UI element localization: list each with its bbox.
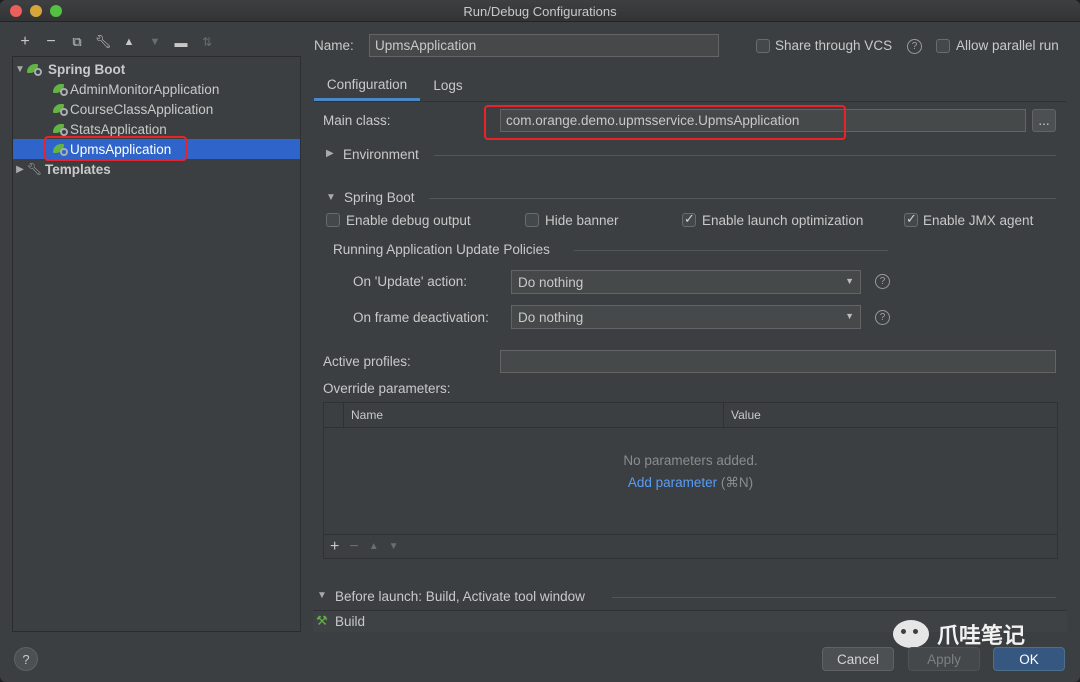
tab-configuration[interactable]: Configuration — [314, 70, 420, 101]
enable-debug-label: Enable debug output — [346, 213, 471, 228]
add-parameter-shortcut: (⌘N) — [720, 475, 754, 490]
enable-jmx-label: Enable JMX agent — [923, 213, 1034, 228]
tree-item-label: AdminMonitorApplication — [70, 81, 220, 97]
column-value-header[interactable]: Value — [731, 408, 761, 422]
browse-button[interactable]: ... — [1032, 109, 1056, 132]
tab-logs[interactable]: Logs — [424, 70, 472, 101]
frame-deactivation-label: On frame deactivation: — [353, 310, 489, 325]
tree-item-course-class[interactable]: CourseClassApplication — [13, 99, 300, 119]
tree-item-admin-monitor[interactable]: AdminMonitorApplication — [13, 79, 300, 99]
table-toolbar: + − ▲ ▼ — [324, 534, 1057, 558]
enable-jmx-checkbox[interactable] — [904, 211, 918, 227]
copy-icon[interactable]: ⧉ — [64, 30, 90, 54]
collapse-arrow-icon[interactable]: ▶ — [13, 164, 27, 175]
arrow-down-icon[interactable]: ▼ — [142, 30, 168, 54]
enable-launch-label: Enable launch optimization — [702, 213, 864, 228]
frame-deactivation-value: Do nothing — [518, 309, 584, 325]
environment-label[interactable]: Environment — [343, 147, 419, 162]
hide-banner-checkbox[interactable] — [525, 213, 539, 227]
folder-icon[interactable]: ▬ — [168, 30, 194, 54]
spring-boot-icon — [27, 62, 43, 76]
ok-button[interactable]: OK — [993, 647, 1065, 671]
active-profiles-field[interactable] — [500, 350, 1056, 373]
spring-boot-divider — [429, 198, 1056, 199]
wrench-icon[interactable]: 🔧︎ — [90, 30, 116, 54]
spring-boot-section-label: Spring Boot — [344, 190, 415, 205]
override-params-table: Name Value No parameters added. Add para… — [323, 402, 1058, 559]
watermark: 爪哇笔记 — [893, 618, 1025, 650]
plus-icon[interactable]: + — [330, 538, 339, 556]
update-action-label: On 'Update' action: — [353, 274, 467, 289]
cancel-button[interactable]: Cancel — [822, 647, 894, 671]
tree-group-label: Spring Boot — [48, 61, 126, 77]
minus-icon[interactable]: − — [349, 538, 358, 556]
share-vcs-label: Share through VCS — [775, 38, 893, 53]
spring-boot-icon — [53, 102, 69, 116]
arrow-down-icon[interactable]: ▼ — [389, 541, 399, 552]
frame-deactivation-select[interactable]: Do nothing ▼ — [511, 305, 861, 329]
help-button[interactable]: ? — [14, 647, 38, 671]
environment-divider — [434, 155, 1056, 156]
arrow-up-icon[interactable]: ▲ — [369, 541, 379, 552]
title-bar: Run/Debug Configurations — [0, 0, 1080, 22]
name-field[interactable]: UpmsApplication — [369, 34, 719, 57]
spring-boot-arrow-icon[interactable]: ▼ — [326, 192, 336, 203]
minus-icon[interactable]: − — [38, 30, 64, 54]
chevron-down-icon: ▼ — [845, 276, 854, 286]
spring-boot-icon — [53, 82, 69, 96]
allow-parallel-checkbox[interactable] — [936, 39, 950, 53]
tree-group-templates[interactable]: ▶ 🔧︎ Templates — [13, 159, 300, 179]
tab-divider — [314, 101, 1066, 102]
main-class-label: Main class: — [323, 113, 391, 128]
wrench-icon: 🔧︎ — [27, 162, 43, 176]
spring-boot-icon — [53, 122, 69, 136]
hammer-icon: ⚒ — [316, 613, 328, 628]
build-task-label[interactable]: Build — [335, 614, 365, 629]
plus-icon[interactable]: + — [12, 30, 38, 54]
policies-divider — [574, 250, 888, 251]
update-action-select[interactable]: Do nothing ▼ — [511, 270, 861, 294]
arrow-up-icon[interactable]: ▲ — [116, 30, 142, 54]
environment-arrow-icon[interactable]: ▶ — [326, 148, 334, 159]
name-label: Name: — [314, 38, 354, 53]
run-debug-dialog: Run/Debug Configurations + − ⧉ 🔧︎ ▲ ▼ ▬ … — [0, 0, 1080, 682]
empty-message: No parameters added. — [623, 453, 758, 468]
hide-banner-label: Hide banner — [545, 213, 619, 228]
active-profiles-label: Active profiles: — [323, 354, 411, 369]
config-toolbar: + − ⧉ 🔧︎ ▲ ▼ ▬ ⇅ — [12, 30, 220, 54]
before-launch-label: Before launch: Build, Activate tool wind… — [335, 589, 585, 604]
help-icon[interactable]: ? — [875, 274, 890, 289]
tree-group-spring-boot[interactable]: ▼ Spring Boot — [13, 59, 300, 79]
chevron-down-icon: ▼ — [845, 311, 854, 321]
tree-templates-label: Templates — [45, 161, 111, 177]
highlight-box — [44, 136, 187, 161]
share-vcs-checkbox[interactable] — [756, 39, 770, 53]
enable-debug-checkbox[interactable] — [326, 213, 340, 227]
expand-arrow-icon[interactable]: ▼ — [13, 64, 27, 75]
enable-launch-checkbox[interactable] — [682, 211, 696, 227]
window-title: Run/Debug Configurations — [463, 4, 617, 19]
help-icon[interactable]: ? — [875, 310, 890, 325]
override-params-label: Override parameters: — [323, 381, 451, 396]
watermark-text: 爪哇笔记 — [937, 623, 1026, 648]
table-header: Name Value — [324, 403, 1057, 428]
help-icon[interactable]: ? — [907, 39, 922, 54]
update-action-value: Do nothing — [518, 274, 584, 290]
apply-button[interactable]: Apply — [908, 647, 980, 671]
add-parameter-row: Add parameter (⌘N) — [324, 475, 1057, 491]
policies-label: Running Application Update Policies — [333, 242, 550, 257]
wechat-logo-icon — [893, 620, 929, 648]
tree-item-label: StatsApplication — [70, 121, 167, 137]
before-launch-arrow-icon[interactable]: ▼ — [317, 590, 327, 601]
tree-item-label: CourseClassApplication — [70, 101, 214, 117]
allow-parallel-label: Allow parallel run — [956, 38, 1059, 53]
sort-icon[interactable]: ⇅ — [194, 30, 220, 54]
column-name-header[interactable]: Name — [351, 408, 383, 422]
highlight-box — [484, 105, 846, 140]
before-launch-divider — [612, 597, 1056, 598]
add-parameter-link[interactable]: Add parameter — [628, 475, 717, 490]
